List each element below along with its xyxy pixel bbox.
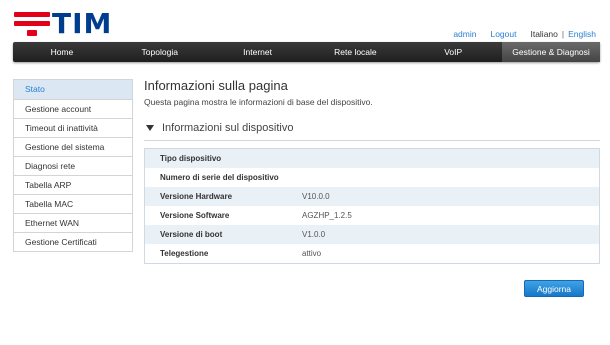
refresh-button[interactable]: Aggiorna <box>524 280 584 297</box>
row-label: Versione Hardware <box>160 192 233 201</box>
sidebar-item-gestione-sistema[interactable]: Gestione del sistema <box>14 137 132 156</box>
page-title: Informazioni sulla pagina <box>144 78 288 93</box>
row-value: AGZHP_1.2.5 <box>302 211 352 220</box>
row-label: Telegestione <box>160 249 209 258</box>
row-label: Versione di boot <box>160 230 223 239</box>
row-label: Numero di serie del dispositivo <box>160 173 279 182</box>
sidebar-item-gestione-account[interactable]: Gestione account <box>14 99 132 118</box>
language-separator: | <box>561 29 565 39</box>
section-header[interactable]: Informazioni sul dispositivo <box>144 122 600 141</box>
sidebar-item-tabella-mac[interactable]: Tabella MAC <box>14 194 132 213</box>
row-value: V10.0.0 <box>302 192 330 201</box>
sidebar-item-ethernet-wan[interactable]: Ethernet WAN <box>14 213 132 232</box>
table-row: Versione di boot V1.0.0 <box>145 225 599 244</box>
tim-logo: TIM <box>14 7 113 40</box>
row-value: attivo <box>302 249 322 258</box>
page-description: Questa pagina mostra le informazioni di … <box>144 97 373 107</box>
nav-internet[interactable]: Internet <box>209 42 307 62</box>
sidebar-item-stato[interactable]: Stato <box>14 80 132 99</box>
sidebar-item-tabella-arp[interactable]: Tabella ARP <box>14 175 132 194</box>
brand-name: TIM <box>52 7 113 40</box>
collapse-triangle-icon[interactable] <box>146 125 154 131</box>
table-row: Tipo dispositivo <box>145 149 599 168</box>
nav-gestione-diagnosi[interactable]: Gestione & Diagnosi <box>502 42 600 62</box>
sidebar: Stato Gestione account Timeout di inatti… <box>13 79 133 252</box>
nav-topologia[interactable]: Topologia <box>111 42 209 62</box>
table-row: Telegestione attivo <box>145 244 599 263</box>
section-title: Informazioni sul dispositivo <box>162 122 294 134</box>
device-info-table: Tipo dispositivo Numero di serie del dis… <box>144 148 600 264</box>
sidebar-item-timeout[interactable]: Timeout di inattività <box>14 118 132 137</box>
nav-voip[interactable]: VoIP <box>404 42 502 62</box>
logout-link[interactable]: Logout <box>490 29 516 39</box>
row-label: Tipo dispositivo <box>160 154 222 163</box>
main-content: Informazioni sulla pagina Questa pagina … <box>144 78 600 264</box>
current-language: Italiano <box>530 29 558 39</box>
table-row: Numero di serie del dispositivo <box>145 168 599 187</box>
user-link[interactable]: admin <box>453 29 476 39</box>
row-label: Versione Software <box>160 211 230 220</box>
sidebar-item-gestione-certificati[interactable]: Gestione Certificati <box>14 232 132 251</box>
row-value: V1.0.0 <box>302 230 326 239</box>
table-row: Versione Hardware V10.0.0 <box>145 187 599 206</box>
sidebar-item-diagnosi-rete[interactable]: Diagnosi rete <box>14 156 132 175</box>
table-row: Versione Software AGZHP_1.2.5 <box>145 206 599 225</box>
nav-home[interactable]: Home <box>13 42 111 62</box>
tim-logo-mark-icon <box>14 11 50 37</box>
top-links: admin Logout Italiano | English <box>453 29 596 39</box>
nav-rete-locale[interactable]: Rete locale <box>306 42 404 62</box>
language-english-link[interactable]: English <box>568 29 596 39</box>
main-nav: Home Topologia Internet Rete locale VoIP… <box>13 42 600 62</box>
